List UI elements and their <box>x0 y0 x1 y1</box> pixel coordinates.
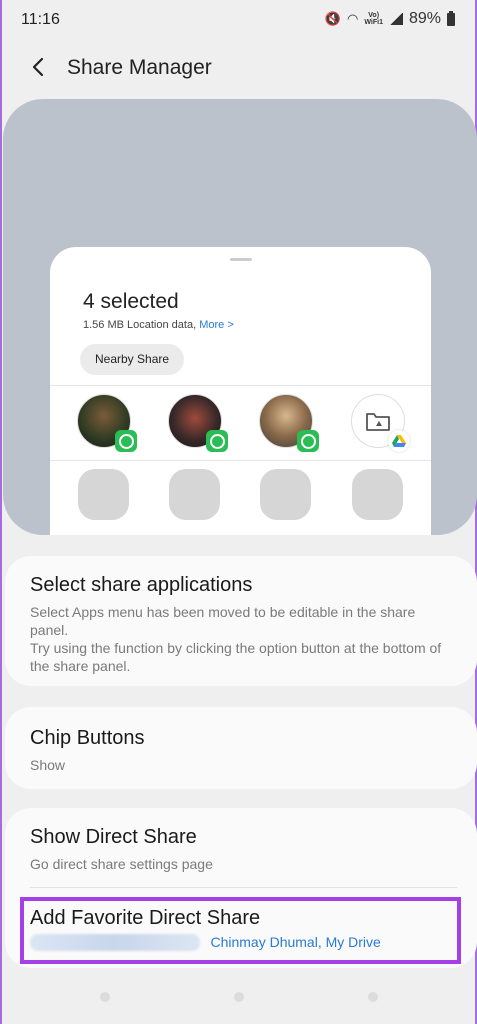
divider <box>50 460 431 461</box>
battery-percent: 89% <box>408 10 441 27</box>
select-share-apps-item[interactable]: Select share applications Select Apps me… <box>30 574 457 675</box>
selected-count: 4 selected <box>83 290 179 313</box>
show-direct-share-item[interactable]: Show Direct Share Go direct share settin… <box>30 826 457 873</box>
app-header: Share Manager <box>2 48 475 88</box>
item-description: Go direct share settings page <box>30 856 213 872</box>
battery-icon <box>447 10 455 26</box>
nav-recents-button[interactable] <box>100 992 110 1002</box>
whatsapp-icon <box>206 430 228 452</box>
selection-info: 1.56 MB Location data, More > <box>83 319 234 331</box>
nav-home-button[interactable] <box>234 992 244 1002</box>
back-arrow-icon[interactable] <box>26 54 52 80</box>
app-icon-placeholder <box>78 469 129 520</box>
item-title: Chip Buttons <box>30 727 145 749</box>
item-description: Select Apps menu has been moved to be ed… <box>30 604 442 674</box>
status-icons: 🔇 ◠ Vo) WiFi1 89% <box>325 10 455 28</box>
app-icon-placeholder <box>352 469 403 520</box>
item-value: Show <box>30 757 66 773</box>
highlight-box <box>20 897 461 964</box>
signal-icon <box>388 13 403 25</box>
direct-share-contact-1[interactable] <box>77 394 137 452</box>
volte-icon: Vo) WiFi1 <box>364 12 383 26</box>
more-link[interactable]: More > <box>199 319 234 331</box>
drag-handle <box>230 258 252 261</box>
whatsapp-icon <box>297 430 319 452</box>
google-drive-icon <box>388 430 410 452</box>
direct-share-contact-2[interactable] <box>168 394 228 452</box>
share-panel: 4 selected 1.56 MB Location data, More >… <box>50 247 431 535</box>
app-icon-placeholder <box>260 469 311 520</box>
direct-share-contact-3[interactable] <box>259 394 319 452</box>
item-title: Select share applications <box>30 574 253 596</box>
settings-card-select-apps: Select share applications Select Apps me… <box>5 556 477 686</box>
wifi-icon: ◠ <box>347 11 359 26</box>
nav-back-button[interactable] <box>368 992 378 1002</box>
whatsapp-icon <box>115 430 137 452</box>
nearby-share-chip[interactable]: Nearby Share <box>80 344 185 375</box>
divider <box>30 887 457 888</box>
divider <box>50 385 431 386</box>
item-title: Show Direct Share <box>30 826 197 848</box>
status-bar: 11:16 🔇 ◠ Vo) WiFi1 89% <box>2 0 475 40</box>
mute-icon: 🔇 <box>324 11 342 26</box>
direct-share-drive[interactable] <box>351 394 410 452</box>
size-text: 1.56 MB Location data, <box>83 319 197 331</box>
chip-buttons-item[interactable]: Chip Buttons Show <box>30 727 457 774</box>
settings-card-chip-buttons: Chip Buttons Show <box>5 707 477 789</box>
app-icon-placeholder <box>169 469 220 520</box>
page-title: Share Manager <box>67 56 212 79</box>
status-time: 11:16 <box>21 11 60 28</box>
